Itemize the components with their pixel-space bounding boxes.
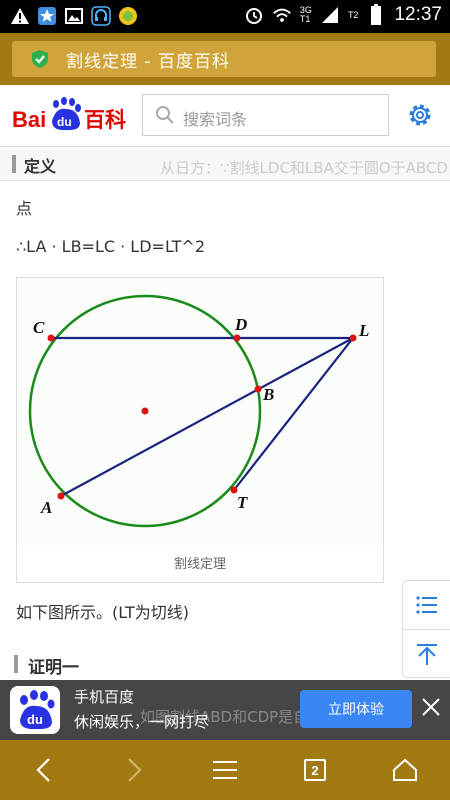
secant-diagram: C D L B A T [17,278,383,548]
chevron-right-icon [128,758,142,782]
point-l [349,334,357,342]
paragraph-formula: ∴LA · LB=LC · LD=LT^2 [16,237,206,256]
status-bar: 3G T1 T2 12:37 [0,0,450,33]
paragraph-note: 如下图所示。(LT为切线) [16,603,189,622]
divider [403,629,450,630]
home-button[interactable] [385,755,425,785]
baidu-baike-logo[interactable]: Bai du 百科 [12,95,130,135]
browser-title-bar: 割线定理 - 百度百科 [0,33,450,85]
gear-icon[interactable] [405,100,435,130]
headset-app-icon [91,6,111,26]
site-header: Bai du 百科 搜索词条 [0,85,450,147]
promo-app-name: 手机百度 [74,688,135,706]
label-t: T [237,493,248,512]
label-b: B [262,385,274,404]
baidu-app-icon: du [10,686,60,734]
section-title: 证明一 [28,658,79,678]
article-content: 定义 从日方：∵割线LDC和LBA交于圆O于ABCD 点 ∴LA · LB=LC… [0,147,450,680]
close-icon[interactable] [420,696,442,718]
section-marker [12,155,16,173]
coin-app-icon [118,6,138,26]
alarm-icon [244,5,264,25]
network-indicator: 3G T1 [300,6,312,24]
app-promo-banner[interactable]: du 如图割线ABD和CDP是自点P引的 手机百度 休闲娱乐，一网打尽 立即体验 [0,680,450,740]
search-input[interactable]: 搜索词条 [183,106,247,130]
menu-button[interactable] [205,755,245,785]
point-b [254,385,262,393]
logo-du: du [57,115,72,129]
back-to-top-icon[interactable] [415,642,439,666]
label-a: A [40,498,52,517]
url-bar[interactable]: 割线定理 - 百度百科 [12,41,436,77]
secant-figure[interactable]: C D L B A T 割线定理 [16,277,384,583]
logo-bai: Bai [12,107,46,132]
list-icon[interactable] [415,593,439,617]
label-l: L [358,321,369,340]
section-header-definition[interactable]: 定义 从日方：∵割线LDC和LBA交于圆O于ABCD [0,147,450,181]
logo-baike: 百科 [84,108,126,132]
svg-text:du: du [27,712,43,727]
home-icon [393,758,417,781]
section-title: 定义 [24,157,57,176]
wifi-icon [272,5,292,25]
point-o [141,407,149,415]
battery-icon [366,4,386,25]
browser-bottom-nav: 2 [0,740,450,800]
back-button[interactable] [24,755,64,785]
paragraph-point: 点 [16,199,33,218]
shield-check-icon [32,50,48,68]
net-t2-label: T2 [347,9,359,20]
label-d: D [234,315,247,334]
point-a [57,492,65,500]
tabs-button[interactable]: 2 [295,755,335,785]
section-marker [14,655,18,673]
chevron-left-icon [36,758,50,782]
menu-icon [213,761,237,779]
search-icon [156,106,174,124]
forward-button[interactable] [114,755,154,785]
label-c: C [33,318,45,337]
signal-icon [320,5,340,25]
try-now-button[interactable]: 立即体验 [300,690,412,728]
star-app-icon [37,6,57,26]
net-t1-label: T1 [299,14,311,24]
page-title: 割线定理 - 百度百科 [66,51,230,72]
point-d [233,334,241,342]
search-box[interactable]: 搜索词条 [142,94,389,136]
gallery-icon [64,6,84,26]
section-header-proof[interactable]: 证明一 [0,647,400,680]
clock: 12:37 [394,4,442,25]
figure-caption: 割线定理 [173,557,226,572]
floating-side-buttons [402,580,450,678]
warning-icon [10,6,30,26]
promo-tagline: 休闲娱乐，一网打尽 [74,713,210,731]
tab-count: 2 [304,759,326,781]
point-c [47,334,55,342]
scrolled-text-ghost: 从日方：∵割线LDC和LBA交于圆O于ABCD [160,159,448,177]
